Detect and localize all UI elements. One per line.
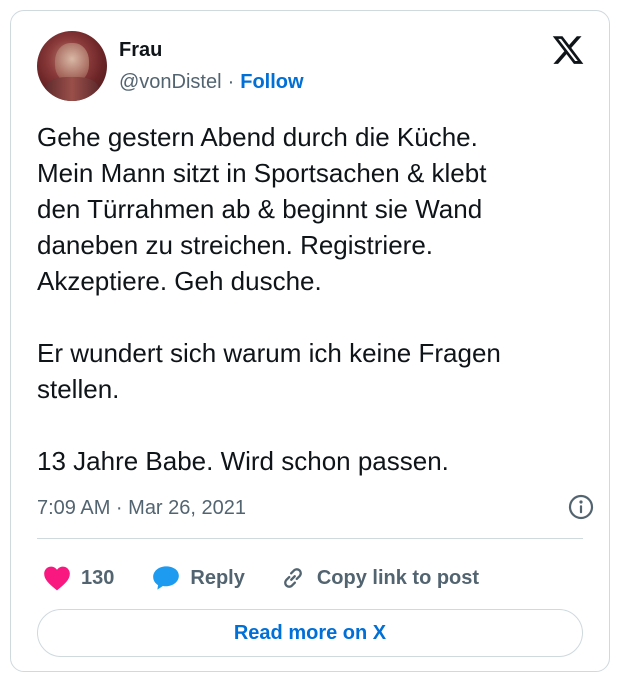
tweet-text: Gehe gestern Abend durch die Küche. Mein…: [37, 122, 501, 476]
follow-button[interactable]: Follow: [240, 71, 303, 94]
speech-bubble-icon: [153, 566, 180, 590]
author-handle-row: @vonDistel · Follow: [119, 71, 304, 94]
copy-link-button[interactable]: Copy link to post: [279, 564, 479, 592]
tweet-timestamp[interactable]: 7:09 AM · Mar 26, 2021: [37, 497, 246, 520]
heart-icon: [44, 566, 70, 591]
handle-separator: ·: [227, 71, 235, 93]
divider: [37, 538, 583, 539]
avatar[interactable]: [37, 31, 107, 101]
author-handle[interactable]: @vonDistel: [119, 71, 222, 94]
reply-button[interactable]: Reply: [152, 565, 245, 591]
copy-link-label: Copy link to post: [316, 566, 480, 589]
tweet-meta: 7:09 AM · Mar 26, 2021: [37, 493, 597, 523]
author-display-name[interactable]: Frau: [119, 39, 162, 62]
read-more-button[interactable]: Read more on X: [37, 609, 583, 657]
x-logo-icon[interactable]: [551, 33, 585, 67]
link-icon: [283, 568, 302, 588]
like-button[interactable]: 130: [43, 565, 114, 591]
action-bar: 130 Reply Copy link to post: [37, 561, 597, 595]
like-count: 130: [81, 566, 115, 589]
tweet-card: Frau @vonDistel · Follow Gehe gestern Ab…: [10, 10, 610, 672]
info-icon[interactable]: [567, 493, 595, 521]
reply-label: Reply: [190, 566, 245, 589]
